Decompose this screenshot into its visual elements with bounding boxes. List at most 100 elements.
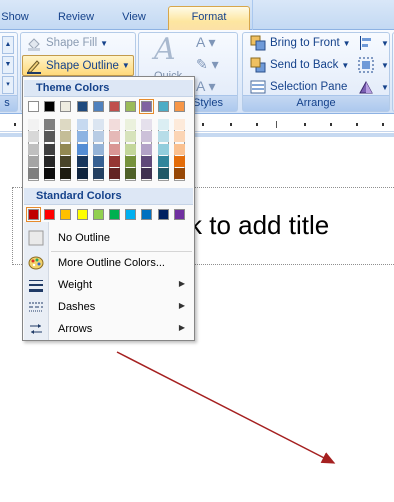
theme-shade-swatch[interactable] [109, 155, 120, 167]
theme-shade-column [44, 119, 56, 181]
theme-shade-swatch[interactable] [125, 155, 137, 167]
theme-shade-swatch[interactable] [141, 155, 153, 167]
theme-color-swatch[interactable] [125, 101, 137, 112]
theme-color-swatch[interactable] [173, 101, 185, 112]
dashes-item[interactable]: Dashes ▶ [24, 296, 193, 318]
theme-shade-swatch[interactable] [28, 143, 39, 155]
theme-shade-swatch[interactable] [92, 143, 104, 155]
theme-shade-swatch[interactable] [109, 119, 120, 130]
theme-shade-column [125, 119, 137, 181]
theme-shade-swatch[interactable] [125, 168, 137, 180]
theme-shade-swatch[interactable] [157, 119, 169, 130]
theme-shade-swatch[interactable] [157, 155, 169, 167]
theme-shade-column [76, 119, 88, 181]
standard-color-swatch[interactable] [173, 209, 185, 220]
theme-shade-swatch[interactable] [28, 155, 39, 167]
theme-shade-swatch[interactable] [92, 155, 104, 167]
standard-color-swatch[interactable] [141, 209, 153, 220]
theme-color-swatch[interactable] [44, 101, 56, 112]
theme-shade-swatch[interactable] [173, 131, 185, 143]
theme-shade-swatch[interactable] [157, 143, 169, 155]
theme-shade-swatch[interactable] [76, 143, 88, 155]
line-weight-icon [24, 274, 48, 296]
theme-color-swatch[interactable] [139, 99, 155, 114]
submenu-arrow-icon: ▶ [178, 301, 185, 310]
more-outline-colors-item[interactable]: More Outline Colors... [24, 252, 193, 274]
standard-color-swatch[interactable] [76, 209, 88, 220]
theme-shade-swatch[interactable] [173, 168, 185, 180]
arrows-icon [24, 318, 48, 340]
theme-shade-column [109, 119, 120, 181]
no-outline-label: No Outline [58, 232, 110, 244]
theme-shade-swatch[interactable] [92, 168, 104, 180]
theme-shade-swatch[interactable] [76, 119, 88, 130]
standard-colors-heading: Standard Colors [24, 188, 193, 205]
theme-color-swatch[interactable] [157, 101, 169, 112]
theme-shade-column [60, 119, 72, 181]
more-outline-colors-label: More Outline Colors... [58, 257, 165, 269]
theme-color-swatch[interactable] [28, 101, 39, 112]
theme-shade-swatch[interactable] [141, 119, 153, 130]
theme-shade-swatch[interactable] [109, 143, 120, 155]
theme-shade-swatch[interactable] [173, 155, 185, 167]
theme-shade-swatch[interactable] [109, 131, 120, 143]
theme-shade-swatch[interactable] [44, 119, 56, 130]
theme-shade-swatch[interactable] [157, 131, 169, 143]
standard-color-swatch[interactable] [157, 209, 169, 220]
theme-color-swatch[interactable] [76, 101, 88, 112]
theme-shade-swatch[interactable] [60, 168, 72, 180]
theme-color-swatch[interactable] [60, 101, 72, 112]
theme-shade-swatch[interactable] [92, 119, 104, 130]
theme-shade-swatch[interactable] [141, 143, 153, 155]
standard-color-swatch[interactable] [26, 207, 41, 222]
standard-color-swatch[interactable] [60, 209, 72, 220]
theme-shade-swatch[interactable] [44, 143, 56, 155]
theme-shade-swatch[interactable] [125, 131, 137, 143]
theme-shade-column [28, 119, 39, 181]
theme-shade-swatch[interactable] [44, 168, 56, 180]
theme-shade-swatch[interactable] [125, 143, 137, 155]
no-outline-item[interactable]: No Outline [24, 227, 193, 249]
theme-shade-swatch[interactable] [92, 131, 104, 143]
standard-color-swatch[interactable] [44, 209, 56, 220]
theme-shade-swatch[interactable] [28, 119, 39, 130]
theme-shade-swatch[interactable] [157, 168, 169, 180]
theme-shade-swatch[interactable] [76, 155, 88, 167]
arrows-item[interactable]: Arrows ▶ [24, 318, 193, 340]
shape-outline-dropdown: Theme Colors Standard Colors No Outline … [22, 76, 195, 341]
theme-shade-swatch[interactable] [60, 143, 72, 155]
standard-color-swatch[interactable] [125, 209, 137, 220]
no-outline-icon [24, 227, 48, 249]
standard-color-swatch[interactable] [92, 209, 104, 220]
theme-shade-swatch[interactable] [44, 155, 56, 167]
theme-shade-swatch[interactable] [60, 119, 72, 130]
theme-shade-column [157, 119, 169, 181]
weight-label: Weight [58, 279, 93, 291]
theme-shade-column [141, 119, 153, 181]
theme-shade-swatch[interactable] [173, 143, 185, 155]
theme-colors-heading: Theme Colors [24, 80, 193, 97]
theme-shade-swatch[interactable] [141, 168, 153, 180]
submenu-arrow-icon: ▶ [178, 279, 185, 288]
theme-shade-swatch[interactable] [44, 131, 56, 143]
theme-shade-column [173, 119, 185, 181]
theme-shade-swatch[interactable] [76, 168, 88, 180]
standard-color-swatch[interactable] [109, 209, 120, 220]
theme-shade-swatch[interactable] [28, 168, 39, 180]
theme-color-swatch[interactable] [92, 101, 104, 112]
theme-shade-swatch[interactable] [60, 155, 72, 167]
theme-color-swatch[interactable] [109, 101, 120, 112]
theme-shade-swatch[interactable] [109, 168, 120, 180]
weight-item[interactable]: Weight ▶ [24, 274, 193, 296]
color-palette-icon [24, 252, 48, 274]
theme-shade-swatch[interactable] [125, 119, 137, 130]
arrows-label: Arrows [58, 323, 93, 335]
theme-shade-swatch[interactable] [141, 131, 153, 143]
theme-shade-column [92, 119, 104, 181]
theme-shade-swatch[interactable] [60, 131, 72, 143]
dashes-label: Dashes [58, 301, 96, 313]
theme-shade-swatch[interactable] [173, 119, 185, 130]
theme-shade-swatch[interactable] [28, 131, 39, 143]
dashes-icon [24, 296, 48, 318]
theme-shade-swatch[interactable] [76, 131, 88, 143]
